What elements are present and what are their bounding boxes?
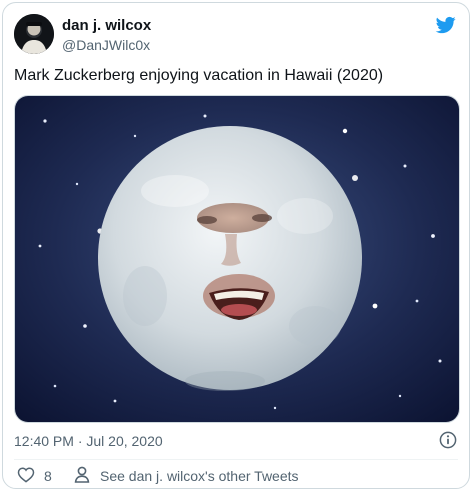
divider [14,459,458,460]
tweet-card: dan j. wilcox @DanJWilc0x Mark Zuckerber… [2,2,470,489]
avatar[interactable] [14,14,54,54]
tweet-media[interactable] [14,95,460,423]
heart-icon [17,466,35,486]
twitter-bird-icon[interactable] [435,15,457,35]
info-icon[interactable] [439,431,457,449]
author-handle[interactable]: @DanJWilc0x [62,36,150,54]
like-count: 8 [44,468,52,484]
tweet-timestamp[interactable]: 12:40 PM · Jul 20, 2020 [14,432,163,450]
see-other-tweets-link[interactable]: See dan j. wilcox's other Tweets [74,466,299,486]
tweet-text: Mark Zuckerberg enjoying vacation in Haw… [14,67,384,84]
like-button[interactable]: 8 [17,466,52,486]
author-name[interactable]: dan j. wilcox [62,17,151,35]
person-icon [74,466,90,486]
see-other-tweets-label: See dan j. wilcox's other Tweets [100,468,299,484]
